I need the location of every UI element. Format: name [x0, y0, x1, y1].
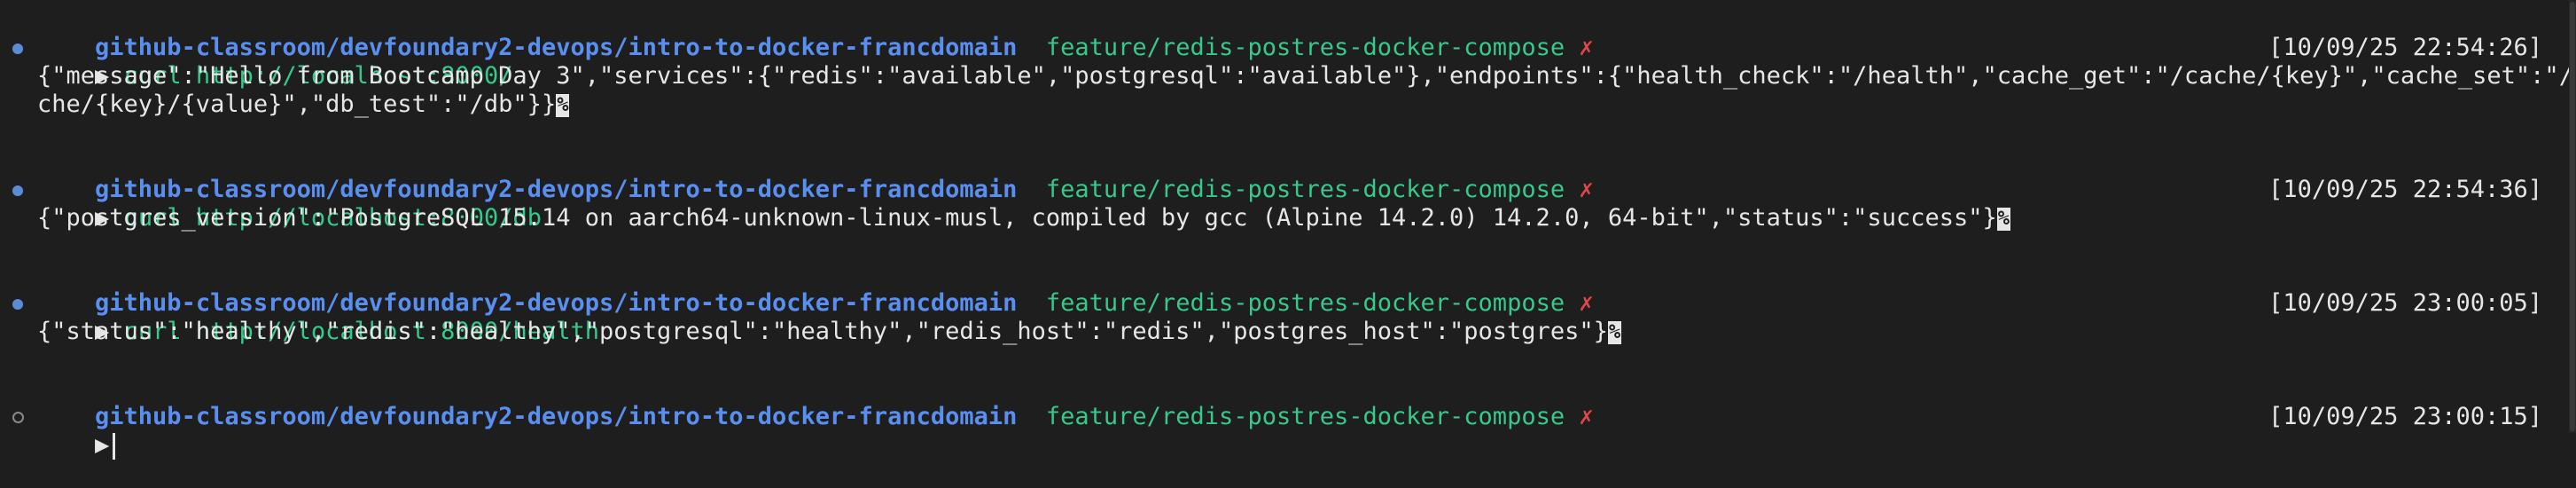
prompt-header: github-classroom/devfoundary2-devops/int… [37, 147, 1594, 203]
prompt-timestamp: [10/09/25 23:00:15] [2268, 403, 2542, 430]
prompt-branch: feature/redis-postres-docker-compose [1045, 34, 1565, 61]
command-status-marker[interactable] [12, 43, 23, 54]
prompt-header: github-classroom/devfoundary2-devops/int… [37, 261, 1594, 317]
command-timestamp: [10/09/25 22:54:26] [2268, 34, 2542, 61]
no-newline-marker: % [556, 93, 570, 117]
scrollbar[interactable] [2569, 0, 2576, 433]
command-line: ▶ curl http://localhost:8000/db [37, 176, 542, 232]
dirty-mark: ✗ [1579, 34, 1594, 61]
command-output-line: {"message":"Hello from Bootcamp Day 3","… [37, 62, 2576, 90]
output-text: {"postgres_version":"PostgreSQL 15.14 on… [37, 204, 1997, 232]
command-output-line: {"postgres_version":"PostgreSQL 15.14 on… [37, 204, 2010, 232]
prompt-branch: feature/redis-postres-docker-compose [1045, 176, 1565, 203]
command-status-marker[interactable] [12, 185, 23, 196]
command-status-marker[interactable] [12, 412, 24, 423]
output-text: che/{key}/{value}","db_test":"/db"}} [37, 91, 557, 118]
text-cursor [113, 432, 116, 460]
prompt-directory: github-classroom/devfoundary2-devops/int… [95, 403, 1018, 430]
command-timestamp: [10/09/25 22:54:36] [2268, 176, 2542, 203]
prompt-header: github-classroom/devfoundary2-devops/int… [37, 374, 1594, 430]
no-newline-marker: % [1996, 207, 2010, 231]
command-input-line[interactable]: ▶ [37, 403, 116, 460]
output-text: {"status":"healthy","redis":"healthy","p… [37, 318, 1608, 345]
scrollbar-thumb[interactable] [2570, 2, 2575, 431]
prompt-arrow-icon: ▶ [95, 431, 110, 459]
command-line: ▶ curl http://localhost:8000/ [37, 34, 512, 90]
dirty-mark: ✗ [1579, 289, 1594, 317]
command-output-line: che/{key}/{value}","db_test":"/db"}}% [37, 91, 570, 119]
terminal-window[interactable]: github-classroom/devfoundary2-devops/int… [0, 0, 2576, 460]
command-timestamp: [10/09/25 23:00:05] [2268, 289, 2542, 317]
dirty-mark: ✗ [1579, 403, 1594, 430]
prompt-header: github-classroom/devfoundary2-devops/int… [37, 5, 1594, 61]
prompt-branch: feature/redis-postres-docker-compose [1045, 403, 1565, 430]
command-line: ▶ curl http://localhost:8000/health [37, 289, 599, 345]
prompt-branch: feature/redis-postres-docker-compose [1045, 289, 1565, 317]
dirty-mark: ✗ [1579, 176, 1594, 203]
command-output-line: {"status":"healthy","redis":"healthy","p… [37, 318, 1622, 346]
command-status-marker[interactable] [12, 299, 23, 310]
no-newline-marker: % [1607, 320, 1622, 344]
